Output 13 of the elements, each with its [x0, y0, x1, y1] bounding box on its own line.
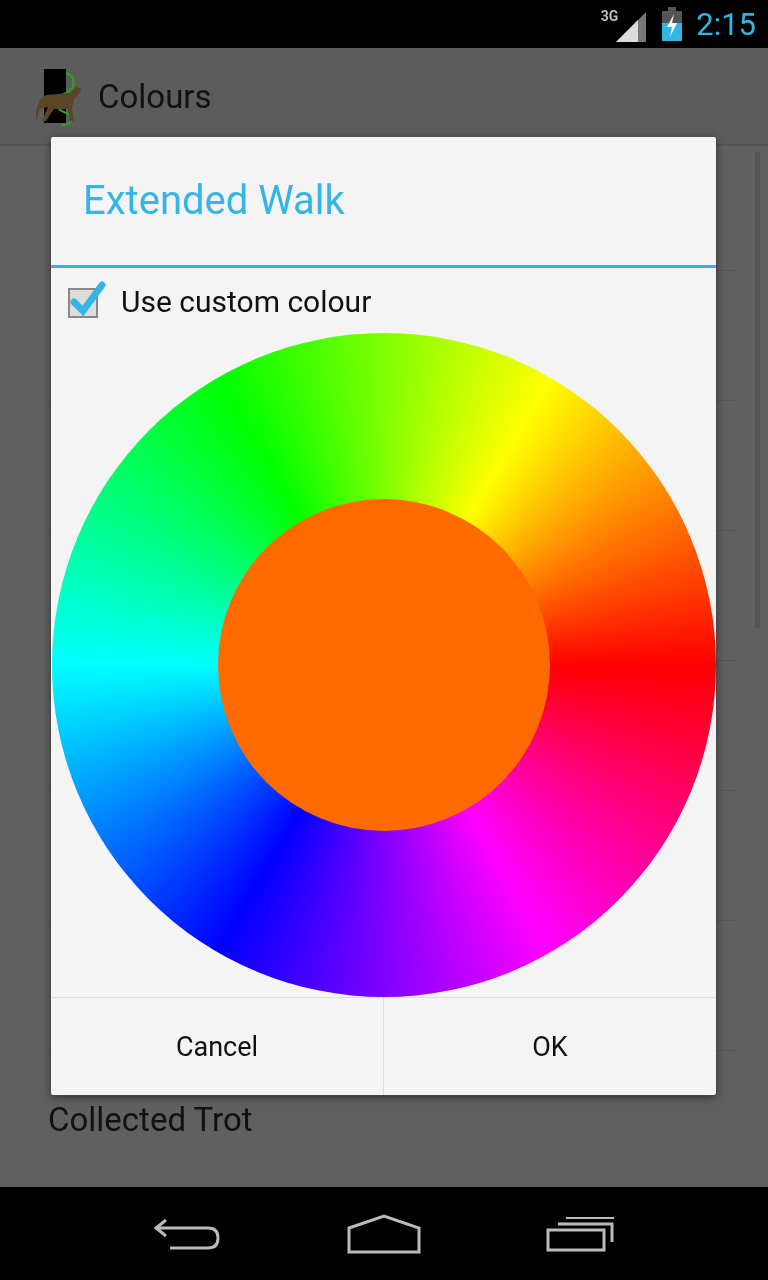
dialog-title: Extended Walk [51, 137, 716, 268]
clock: 2:15 [696, 5, 756, 43]
recent-apps-icon[interactable] [545, 1215, 616, 1252]
dialog-button[interactable]: Cancel [51, 998, 383, 1095]
checkbox[interactable] [67, 279, 107, 320]
checkbox-label[interactable]: Use custom colour [121, 283, 372, 319]
colour-wheel[interactable] [51, 333, 716, 998]
signal-icon [616, 12, 647, 43]
network-type: 3G [600, 8, 619, 24]
home-icon[interactable] [347, 1213, 421, 1254]
dialog-button[interactable]: OK [383, 998, 716, 1095]
screen-title: Colours [98, 76, 212, 116]
battery-charging-icon [662, 7, 683, 42]
